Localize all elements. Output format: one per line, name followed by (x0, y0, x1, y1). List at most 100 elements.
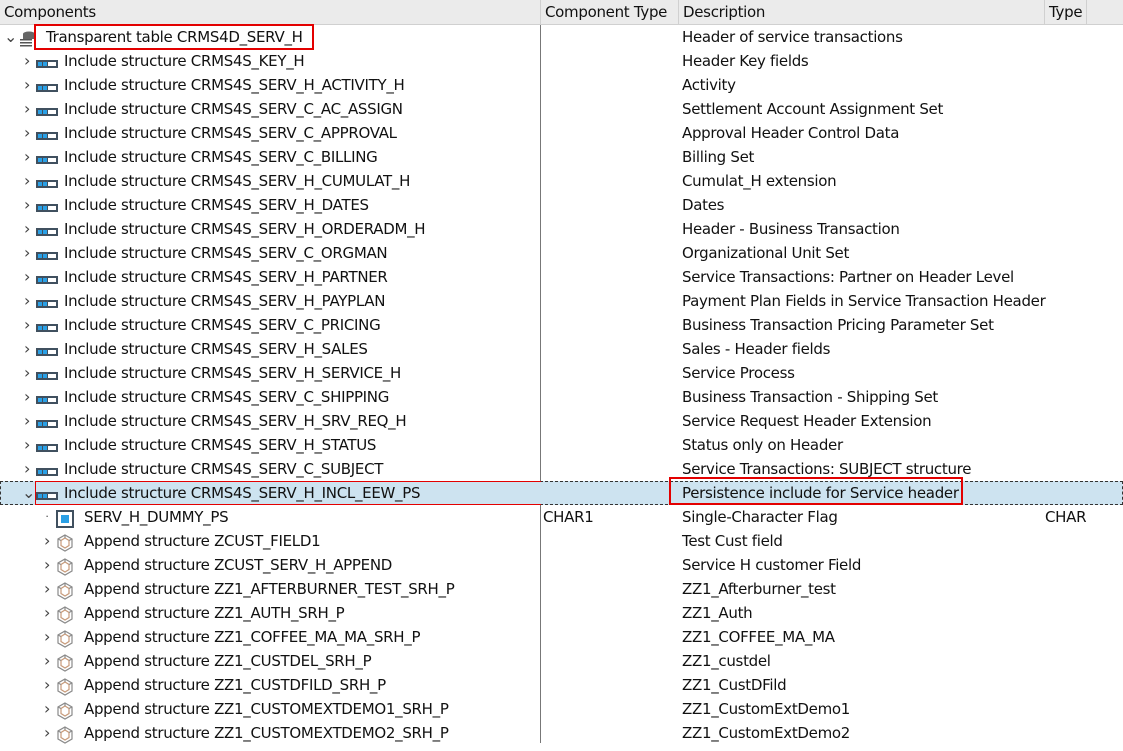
chevron-right-icon[interactable]: › (42, 577, 52, 601)
tree-row[interactable]: · SERV_H_DUMMY_PS CHAR1 Single-Character Fl… (0, 505, 1123, 529)
chevron-right-icon[interactable]: › (42, 625, 52, 649)
component-name: Transparent table CRMS4D_SERV_H (46, 28, 303, 46)
append-structure-icon (56, 678, 76, 696)
tree-row[interactable]: › Include structure CRMS4S_SERV_C_SHIPPIN… (0, 385, 1123, 409)
chevron-right-icon[interactable]: › (42, 721, 52, 745)
tree-row[interactable]: › Include structure CRMS4S_SERV_H_ORDERAD… (0, 217, 1123, 241)
component-name: Include structure CRMS4S_SERV_H_SERVICE_… (64, 364, 401, 382)
structure-icon (36, 222, 58, 236)
tree-row[interactable]: ⌄ Transparent table CRMS4D_SERV_H Header o… (0, 25, 1123, 49)
chevron-right-icon[interactable]: › (42, 673, 52, 697)
tree-row[interactable]: › Append structure ZCUST_SERV_H_APPEND Ser… (0, 553, 1123, 577)
description: Organizational Unit Set (682, 244, 850, 262)
tree-row[interactable]: › Append structure ZCUST_FIELD1 Test Cust … (0, 529, 1123, 553)
structure-icon (36, 150, 58, 164)
component-name: Append structure ZCUST_FIELD1 (84, 532, 321, 550)
structure-icon (36, 126, 58, 140)
tree-row[interactable]: › Include structure CRMS4S_SERV_C_APPROVA… (0, 121, 1123, 145)
structure-icon (36, 246, 58, 260)
structure-icon (36, 486, 58, 500)
tree-row[interactable]: › Include structure CRMS4S_SERV_H_DATES Da… (0, 193, 1123, 217)
component-name: Include structure CRMS4S_SERV_C_SHIPPING (64, 388, 390, 406)
table-header: Components Component Type Description Ty… (0, 0, 1123, 25)
component-name: Include structure CRMS4S_SERV_C_SUBJECT (64, 460, 384, 478)
chevron-right-icon[interactable]: › (22, 73, 32, 97)
chevron-right-icon[interactable]: › (42, 601, 52, 625)
structure-icon (36, 174, 58, 188)
chevron-right-icon[interactable]: › (22, 361, 32, 385)
structure-icon (36, 318, 58, 332)
tree-row[interactable]: › Include structure CRMS4S_SERV_H_SERVICE… (0, 361, 1123, 385)
component-name: Include structure CRMS4S_SERV_H_PAYPLAN (64, 292, 386, 310)
chevron-right-icon[interactable]: › (22, 289, 32, 313)
tree-row[interactable]: › Append structure ZZ1_CUSTDFILD_SRH_P ZZ1… (0, 673, 1123, 697)
chevron-right-icon[interactable]: › (22, 385, 32, 409)
tree-row[interactable]: › Include structure CRMS4S_SERV_H_SALES Sa… (0, 337, 1123, 361)
tree-row[interactable]: › Append structure ZZ1_CUSTOMEXTDEMO2_SRH… (0, 721, 1123, 745)
tree-row[interactable]: › Include structure CRMS4S_SERV_H_CUMULAT… (0, 169, 1123, 193)
chevron-right-icon[interactable]: › (22, 97, 32, 121)
description: Billing Set (682, 148, 755, 166)
chevron-right-icon[interactable]: › (22, 121, 32, 145)
chevron-down-icon[interactable]: ⌄ (22, 481, 35, 505)
chevron-right-icon[interactable]: › (22, 265, 32, 289)
structure-icon (36, 270, 58, 284)
tree-row[interactable]: ⌄ Include structure CRMS4S_SERV_H_INCL_EE… (0, 481, 1123, 505)
type: CHAR (1045, 508, 1087, 526)
chevron-right-icon[interactable]: › (42, 553, 52, 577)
component-name: Append structure ZZ1_CUSTDFILD_SRH_P (84, 676, 386, 694)
chevron-right-icon[interactable]: › (22, 169, 32, 193)
tree-row[interactable]: › Include structure CRMS4S_KEY_H Header Ke… (0, 49, 1123, 73)
structure-icon (36, 102, 58, 116)
chevron-right-icon[interactable]: › (22, 217, 32, 241)
tree-row[interactable]: › Include structure CRMS4S_SERV_H_ACTIVIT… (0, 73, 1123, 97)
tree-row[interactable]: › Append structure ZZ1_COFFEE_MA_MA_SRH_P… (0, 625, 1123, 649)
tree-row[interactable]: › Append structure ZZ1_AFTERBURNER_TEST_S… (0, 577, 1123, 601)
tree-row[interactable]: › Include structure CRMS4S_SERV_H_PAYPLAN… (0, 289, 1123, 313)
tree-row[interactable]: › Include structure CRMS4S_SERV_H_STATUS S… (0, 433, 1123, 457)
description: Activity (682, 76, 736, 94)
tree-row[interactable]: › Include structure CRMS4S_SERV_C_BILLING… (0, 145, 1123, 169)
tree-row[interactable]: › Include structure CRMS4S_SERV_H_PARTNER… (0, 265, 1123, 289)
description: Dates (682, 196, 725, 214)
component-name: Include structure CRMS4S_SERV_C_APPROVAL (64, 124, 397, 142)
component-name: Include structure CRMS4S_SERV_C_PRICING (64, 316, 381, 334)
tree-row[interactable]: › Include structure CRMS4S_SERV_H_SRV_REQ… (0, 409, 1123, 433)
chevron-right-icon[interactable]: › (42, 697, 52, 721)
column-header-components[interactable]: Components (0, 0, 541, 25)
column-header-type[interactable]: Type (1045, 0, 1087, 25)
description: ZZ1_CustomExtDemo2 (682, 724, 851, 742)
chevron-down-icon[interactable]: ⌄ (4, 25, 17, 49)
structure-icon (36, 342, 58, 356)
chevron-right-icon[interactable]: › (22, 409, 32, 433)
tree-row[interactable]: › Append structure ZZ1_CUSTDEL_SRH_P ZZ1_c… (0, 649, 1123, 673)
tree-row[interactable]: › Append structure ZZ1_CUSTOMEXTDEMO1_SRH… (0, 697, 1123, 721)
description: Single-Character Flag (682, 508, 838, 526)
tree-row[interactable]: › Include structure CRMS4S_SERV_C_SUBJECT… (0, 457, 1123, 481)
chevron-right-icon[interactable]: › (22, 457, 32, 481)
structure-icon (36, 390, 58, 404)
tree-row[interactable]: › Include structure CRMS4S_SERV_C_PRICING… (0, 313, 1123, 337)
column-header-component-type[interactable]: Component Type (541, 0, 679, 25)
tree-row[interactable]: › Include structure CRMS4S_SERV_C_AC_ASSI… (0, 97, 1123, 121)
chevron-right-icon[interactable]: › (22, 193, 32, 217)
chevron-right-icon[interactable]: › (42, 649, 52, 673)
chevron-right-icon[interactable]: › (22, 241, 32, 265)
chevron-right-icon[interactable]: › (22, 313, 32, 337)
description: Payment Plan Fields in Service Transacti… (682, 292, 1046, 310)
structure-icon (36, 294, 58, 308)
chevron-right-icon[interactable]: › (22, 337, 32, 361)
chevron-right-icon[interactable]: › (22, 145, 32, 169)
chevron-right-icon[interactable]: › (22, 433, 32, 457)
component-name: Append structure ZCUST_SERV_H_APPEND (84, 556, 393, 574)
tree-row[interactable]: › Include structure CRMS4S_SERV_C_ORGMAN O… (0, 241, 1123, 265)
chevron-right-icon[interactable]: › (22, 49, 32, 73)
component-name: Append structure ZZ1_CUSTOMEXTDEMO2_SRH_… (84, 724, 449, 742)
component-name: Append structure ZZ1_CUSTOMEXTDEMO1_SRH_… (84, 700, 449, 718)
append-structure-icon (56, 606, 76, 624)
append-structure-icon (56, 726, 76, 744)
column-header-description[interactable]: Description (679, 0, 1045, 25)
tree-row[interactable]: › Append structure ZZ1_AUTH_SRH_P ZZ1_Auth (0, 601, 1123, 625)
chevron-right-icon[interactable]: › (42, 529, 52, 553)
component-name: Include structure CRMS4S_SERV_H_ACTIVITY… (64, 76, 405, 94)
